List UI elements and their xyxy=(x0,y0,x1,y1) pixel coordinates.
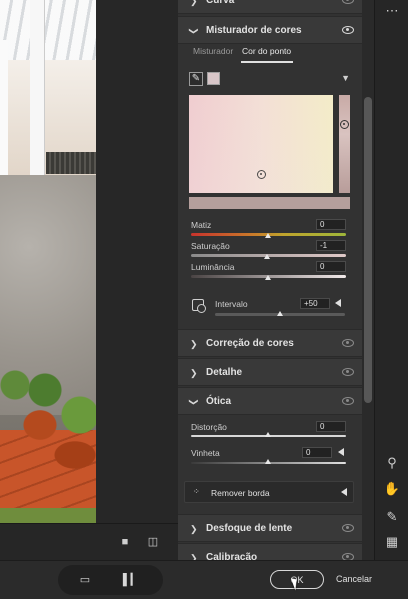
section-otica[interactable]: ❯ Ótica xyxy=(178,387,362,415)
section-title: Ótica xyxy=(206,396,232,407)
matiz-label: Matiz xyxy=(191,220,212,230)
section-title: Detalhe xyxy=(206,367,243,378)
vinheta-slider-thumb[interactable] xyxy=(265,459,271,464)
triangle-left-icon[interactable] xyxy=(338,448,344,456)
chevron-down-icon: ❯ xyxy=(188,398,199,406)
luminancia-slider-thumb[interactable] xyxy=(265,275,271,280)
matiz-slider-thumb[interactable] xyxy=(265,233,271,238)
saturacao-label: Saturação xyxy=(191,241,230,251)
filmstrip-icon[interactable]: ▭ xyxy=(76,573,94,587)
grid-icon[interactable]: ▦ xyxy=(375,531,408,553)
section-title: Correção de cores xyxy=(206,338,294,349)
triangle-left-icon[interactable] xyxy=(335,299,341,307)
zoom-icon[interactable]: ⚲ xyxy=(375,452,408,474)
square-icon[interactable]: ■ xyxy=(118,535,132,549)
section-title: Curva xyxy=(206,0,235,6)
sampled-color-swatch[interactable] xyxy=(207,72,220,85)
edit-panel: ❯ Curva ❯ Misturador de cores Misturador… xyxy=(178,0,362,560)
luminancia-label: Luminância xyxy=(191,262,235,272)
saturacao-value[interactable]: -1 xyxy=(316,240,346,251)
eye-icon[interactable] xyxy=(342,0,354,4)
section-detalhe[interactable]: ❯ Detalhe xyxy=(178,358,362,386)
chevron-right-icon: ❯ xyxy=(190,339,198,349)
luminance-marker[interactable] xyxy=(340,120,349,129)
eyedropper-icon[interactable]: ✎ xyxy=(189,72,203,86)
canvas-background xyxy=(96,0,178,523)
terracotta-pots xyxy=(0,405,96,475)
white-column-left xyxy=(0,40,8,180)
section-misturador[interactable]: ❯ Misturador de cores xyxy=(178,16,362,44)
cancel-button[interactable]: Cancelar xyxy=(336,570,372,589)
triangle-down-icon[interactable]: ▼ xyxy=(341,73,350,83)
chevron-right-icon: ❯ xyxy=(190,553,198,560)
more-icon[interactable]: ⋯ xyxy=(375,0,408,22)
section-correcao-de-cores[interactable]: ❯ Correção de cores xyxy=(178,329,362,357)
color-field[interactable] xyxy=(189,95,333,193)
intervalo-label: Intervalo xyxy=(215,299,248,309)
preview-toolbar: ■ ◫ xyxy=(0,523,178,560)
distorcao-slider-thumb[interactable] xyxy=(265,432,271,437)
window-grille xyxy=(46,152,96,174)
eye-icon[interactable] xyxy=(342,339,354,347)
chevron-right-icon: ❯ xyxy=(190,0,198,6)
color-preview-bar xyxy=(189,197,350,209)
chevron-right-icon: ❯ xyxy=(190,524,198,534)
footer-bar: ▭ ▌▎ OK Cancelar xyxy=(0,560,408,599)
defringe-icon: ⁘ xyxy=(193,487,200,496)
photo-preview[interactable] xyxy=(0,0,96,523)
range-icon xyxy=(192,299,206,313)
section-calibracao[interactable]: ❯ Calibração xyxy=(178,543,362,560)
mixer-tabs: Misturador Cor do ponto xyxy=(178,43,362,63)
view-switcher: ▭ ▌▎ xyxy=(58,565,163,595)
remover-borda-button[interactable]: ⁘ Remover borda xyxy=(184,481,354,503)
tool-strip: ⋯ ⚲ ✋ ✎ ▦ xyxy=(374,0,408,560)
color-point-marker[interactable] xyxy=(257,170,266,179)
eye-icon[interactable] xyxy=(342,368,354,376)
section-title: Calibração xyxy=(206,552,258,560)
scrollbar-thumb[interactable] xyxy=(364,97,372,403)
tab-cor-do-ponto[interactable]: Cor do ponto xyxy=(242,43,291,59)
section-curva[interactable]: ❯ Curva xyxy=(178,0,362,14)
chevron-down-icon: ❯ xyxy=(188,27,199,35)
vinheta-label: Vinheta xyxy=(191,448,220,458)
section-title: Misturador de cores xyxy=(206,25,302,36)
eye-icon[interactable] xyxy=(342,397,354,405)
eye-icon[interactable] xyxy=(342,26,354,34)
point-color-picker-row: ✎ ▼ xyxy=(178,70,362,88)
vinheta-value[interactable]: 0 xyxy=(302,447,332,458)
eye-icon[interactable] xyxy=(342,553,354,560)
luminancia-value[interactable]: 0 xyxy=(316,261,346,272)
compare-icon[interactable]: ◫ xyxy=(146,535,160,549)
grass xyxy=(0,508,96,523)
saturacao-slider-thumb[interactable] xyxy=(264,254,270,259)
section-desfoque-de-lente[interactable]: ❯ Desfoque de lente xyxy=(178,514,362,542)
sampler-icon[interactable]: ✎ xyxy=(375,506,408,528)
waveform-icon[interactable]: ▌▎ xyxy=(122,573,140,587)
tab-misturador[interactable]: Misturador xyxy=(193,43,233,59)
distorcao-label: Distorção xyxy=(191,422,227,432)
eye-icon[interactable] xyxy=(342,524,354,532)
chevron-right-icon: ❯ xyxy=(190,368,198,378)
white-column xyxy=(30,0,44,180)
triangle-left-icon xyxy=(341,488,347,496)
section-title: Desfoque de lente xyxy=(206,523,293,534)
distorcao-value[interactable]: 0 xyxy=(316,421,346,432)
matiz-value[interactable]: 0 xyxy=(316,219,346,230)
hand-icon[interactable]: ✋ xyxy=(375,478,408,500)
remover-borda-label: Remover borda xyxy=(211,488,270,498)
active-tab-indicator xyxy=(241,61,293,63)
intervalo-slider-thumb[interactable] xyxy=(277,311,283,316)
luminance-strip[interactable] xyxy=(339,95,350,193)
intervalo-value[interactable]: +50 xyxy=(300,298,330,309)
